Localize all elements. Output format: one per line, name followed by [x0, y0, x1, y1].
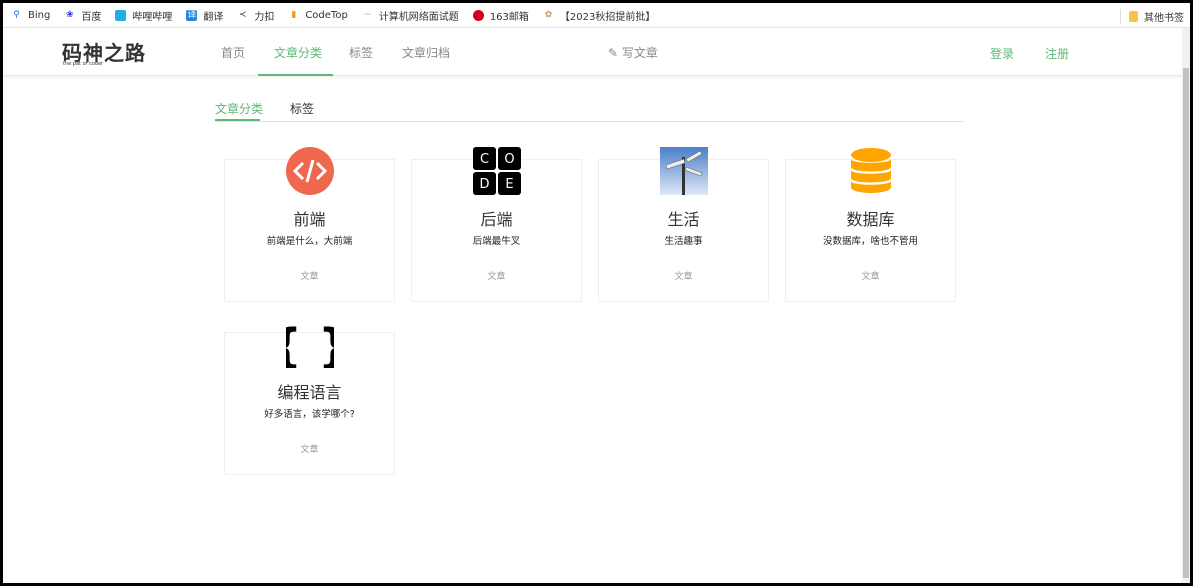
bookmark-baidu[interactable]: ❀ 百度	[64, 8, 101, 23]
bookmark-codetop[interactable]: ▮ CodeTop	[288, 10, 347, 21]
category-title: 后端	[480, 210, 513, 229]
category-desc: 前端是什么，大前端	[266, 236, 353, 247]
bookmark-icon: ✿	[544, 9, 553, 20]
nav-home[interactable]: 首页	[221, 44, 245, 61]
bookmark-label: CodeTop	[305, 9, 348, 21]
scrollbar[interactable]	[1182, 28, 1190, 583]
svg-text:O: O	[504, 152, 514, 167]
register-link[interactable]: 注册	[1045, 45, 1069, 62]
scrollbar-thumb[interactable]	[1183, 68, 1189, 578]
category-articles-link[interactable]: 文章	[599, 269, 768, 282]
other-bookmarks[interactable]: 其他书签	[1120, 9, 1184, 24]
category-articles-link[interactable]: 文章	[412, 269, 581, 282]
bookmark-163[interactable]: 163邮箱	[472, 8, 529, 23]
category-articles-link[interactable]: 文章	[786, 269, 955, 282]
category-card[interactable]: 生活 生活趣事 文章	[598, 147, 769, 302]
category-card[interactable]: COD E 后端 后端最牛叉 文章	[411, 147, 582, 302]
bookmark-label: 翻译	[203, 11, 224, 23]
write-article-button[interactable]: ✎ 写文章	[608, 44, 658, 61]
database-icon	[851, 148, 891, 193]
pencil-icon: ✎	[608, 46, 622, 60]
category-card[interactable]: 前端 前端是什么，大前端 文章	[224, 147, 395, 302]
search-icon: ⚲	[13, 9, 20, 20]
nav-archive[interactable]: 文章归档	[402, 44, 450, 61]
bookmark-network[interactable]: ~ 计算机网络面试题	[362, 8, 459, 23]
logo-subtitle: the pat of coder	[63, 61, 104, 67]
page-icon: ~	[363, 9, 372, 20]
category-title: 数据库	[846, 210, 895, 229]
write-label: 写文章	[621, 46, 658, 60]
bookmark-leetcode[interactable]: ≺ 力扣	[237, 8, 274, 23]
tab-active-indicator	[215, 119, 260, 121]
category-desc: 好多语言，该学哪个?	[264, 409, 355, 420]
browser-window: ⚲ Bing ❀ 百度 哔哩哔哩 译翻译 ≺ 力扣 ▮ CodeTop ~ 计算机网络面试…	[3, 3, 1190, 583]
mail-icon	[472, 9, 484, 21]
category-articles-link[interactable]: 文章	[225, 269, 394, 282]
svg-text:D: D	[479, 177, 489, 192]
site-header: 码神之路 the pat of coder 首页 文章分类 标签 文章归档 ✎ 写…	[3, 28, 1183, 76]
signpost-icon	[660, 147, 708, 195]
bookmark-translate[interactable]: 译翻译	[186, 8, 223, 23]
bookmark-label: 163邮箱	[489, 11, 529, 23]
category-card[interactable]: 数据库 没数据库，啥也不管用 文章	[785, 148, 956, 302]
bookmark-label: 百度	[81, 11, 102, 23]
leetcode-icon: ≺	[239, 9, 247, 20]
bookmark-bing[interactable]: ⚲ Bing	[11, 10, 50, 21]
folder-icon	[1129, 11, 1138, 22]
category-title: 前端	[293, 210, 326, 229]
logo[interactable]: 码神之路 the pat of coder	[62, 37, 146, 67]
code-blocks-icon: C OD E	[473, 147, 521, 195]
tab-categories[interactable]: 文章分类	[215, 100, 263, 117]
nav-tags[interactable]: 标签	[349, 44, 373, 61]
translate-icon: 译	[186, 9, 198, 21]
bookmark-label: 【2023秋招提前批】	[559, 11, 656, 23]
nav-categories[interactable]: 文章分类	[274, 44, 322, 61]
svg-text:{ }: { }	[286, 320, 334, 368]
bookmark-label: 计算机网络面试题	[378, 11, 459, 23]
category-title: 生活	[667, 210, 700, 229]
tab-tags[interactable]: 标签	[290, 100, 314, 117]
bookmark-label: 哔哩哔哩	[132, 11, 173, 23]
code-icon	[286, 147, 334, 195]
braces-icon: { }	[286, 320, 334, 368]
category-desc: 没数据库，啥也不管用	[822, 236, 918, 247]
category-card[interactable]: { } 编程语言 好多语言，该学哪个? 文章	[224, 320, 395, 475]
bookmark-label: 力扣	[254, 11, 275, 23]
category-articles-link[interactable]: 文章	[225, 442, 394, 455]
nav-active-indicator	[258, 74, 333, 76]
paw-icon: ❀	[66, 9, 74, 20]
tv-icon	[115, 9, 127, 21]
bar-chart-icon: ▮	[291, 9, 297, 20]
bookmarks-bar: ⚲ Bing ❀ 百度 哔哩哔哩 译翻译 ≺ 力扣 ▮ CodeTop ~ 计算机网络面试…	[3, 3, 1190, 28]
other-bookmarks-label: 其他书签	[1144, 13, 1184, 24]
login-link[interactable]: 登录	[990, 45, 1014, 62]
category-title: 编程语言	[277, 383, 342, 402]
bookmark-label: Bing	[28, 9, 51, 21]
svg-text:C: C	[480, 152, 489, 167]
bookmark-campus[interactable]: ✿ 【2023秋招提前批】	[543, 8, 656, 23]
category-desc: 生活趣事	[664, 236, 703, 247]
svg-text:E: E	[505, 177, 513, 192]
category-tabs: 文章分类 标签	[215, 100, 964, 122]
bookmark-bilibili[interactable]: 哔哩哔哩	[115, 8, 172, 23]
category-desc: 后端最牛叉	[472, 236, 521, 247]
